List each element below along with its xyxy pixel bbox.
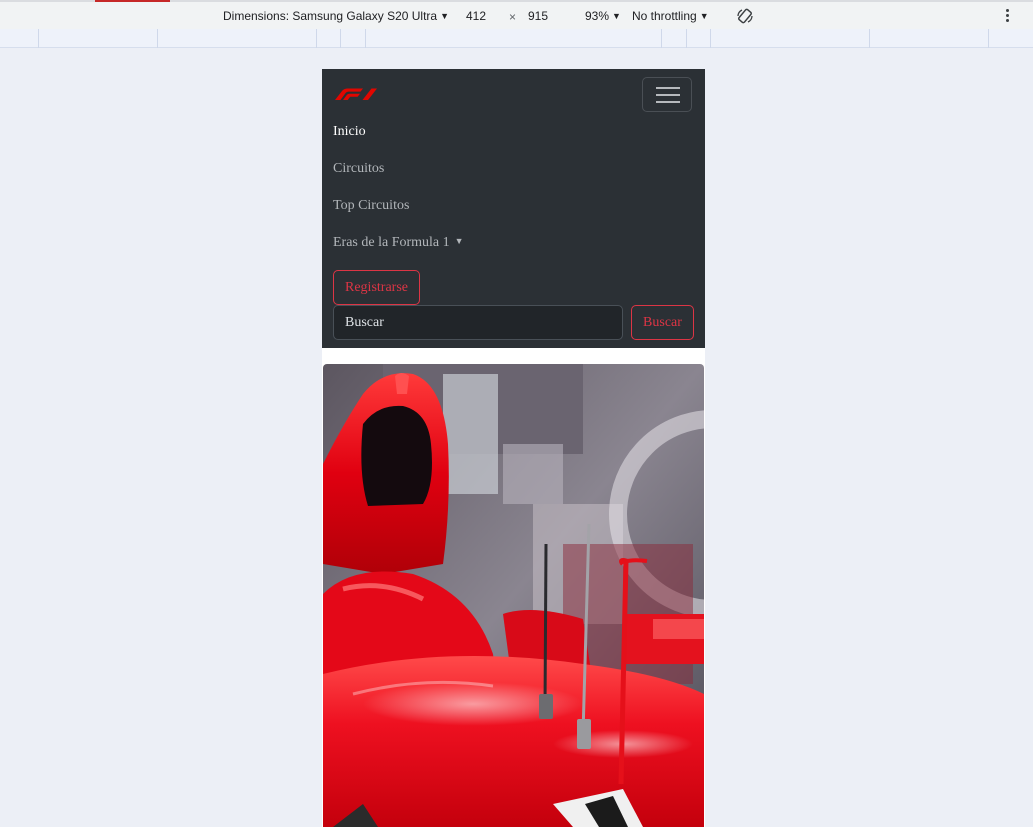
throttling-select[interactable]: No throttling ▼ bbox=[632, 9, 709, 23]
device-label: Dimensions: Samsung Galaxy S20 Ultra bbox=[223, 9, 438, 23]
media-query-ruler bbox=[0, 29, 1033, 48]
width-input[interactable]: 412 bbox=[466, 9, 486, 23]
more-vertical-icon[interactable] bbox=[1003, 7, 1011, 25]
zoom-select[interactable]: 93% ▼ bbox=[585, 9, 621, 23]
nav-link-inicio[interactable]: Inicio bbox=[333, 124, 366, 140]
times-icon: × bbox=[509, 10, 517, 24]
nav-dropdown-label: Eras de la Formula 1 bbox=[333, 235, 450, 250]
caret-down-icon: ▼ bbox=[440, 11, 450, 21]
red-formula-1-car-image bbox=[323, 364, 704, 827]
throttling-label: No throttling bbox=[632, 9, 697, 23]
register-button[interactable]: Registrarse bbox=[333, 270, 420, 305]
tab-accent-line bbox=[95, 0, 170, 2]
hamburger-menu-icon bbox=[656, 87, 680, 89]
navbar-toggler-button[interactable] bbox=[642, 77, 692, 112]
nav-link-circuitos[interactable]: Circuitos bbox=[333, 161, 384, 177]
caret-down-icon: ▼ bbox=[612, 11, 621, 21]
hero-image bbox=[323, 364, 704, 827]
device-viewport: Inicio Circuitos Top Circuitos Eras de l… bbox=[322, 69, 705, 827]
caret-down-icon: ▼ bbox=[454, 236, 464, 246]
rotate-icon[interactable] bbox=[736, 7, 754, 25]
f1-logo[interactable] bbox=[333, 87, 379, 101]
search-button[interactable]: Buscar bbox=[631, 305, 694, 340]
search-input[interactable] bbox=[333, 305, 623, 340]
nav-link-top-circuitos[interactable]: Top Circuitos bbox=[333, 198, 409, 214]
zoom-label: 93% bbox=[585, 9, 610, 23]
height-input[interactable]: 915 bbox=[528, 9, 548, 23]
device-select[interactable]: Dimensions: Samsung Galaxy S20 Ultra ▼ bbox=[223, 9, 449, 23]
nav-dropdown-eras[interactable]: Eras de la Formula 1 ▼ bbox=[333, 235, 464, 251]
caret-down-icon: ▼ bbox=[699, 11, 709, 21]
devtools-device-toolbar: Dimensions: Samsung Galaxy S20 Ultra ▼ 41… bbox=[0, 0, 1033, 29]
navbar: Inicio Circuitos Top Circuitos Eras de l… bbox=[322, 69, 705, 348]
